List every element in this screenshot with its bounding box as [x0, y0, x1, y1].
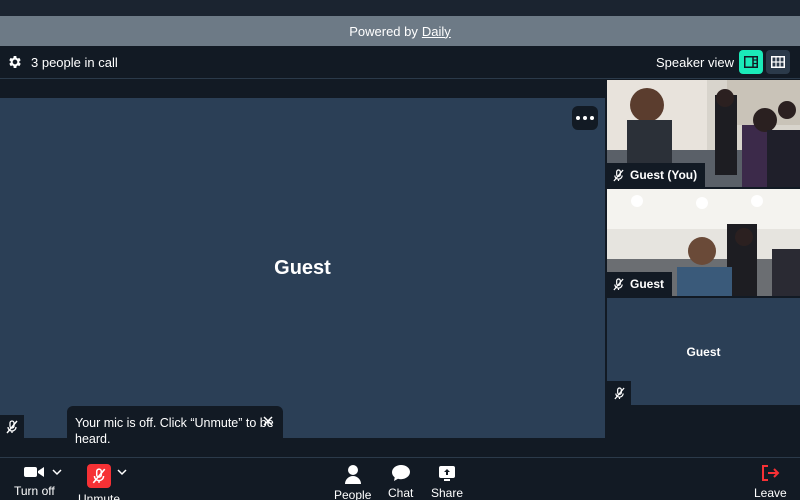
people-button[interactable]: People: [334, 464, 371, 500]
leave-label: Leave: [754, 486, 787, 500]
mic-muted-icon: [613, 168, 624, 181]
leave-icon: [762, 465, 780, 481]
more-options-button[interactable]: [572, 106, 598, 130]
speaker-stage: Guest: [0, 98, 605, 438]
powered-by-text: Powered by: [349, 23, 418, 39]
speaker-view-button[interactable]: [739, 50, 763, 74]
people-label: People: [334, 488, 372, 500]
mic-muted-icon: [87, 464, 112, 488]
participant-tile[interactable]: Guest: [607, 189, 800, 296]
speaker-name: Guest: [274, 256, 331, 279]
chevron-down-icon[interactable]: [117, 468, 127, 476]
share-label: Share: [431, 486, 464, 500]
top-strip: [0, 0, 800, 16]
close-icon[interactable]: [262, 415, 274, 427]
share-button[interactable]: Share: [431, 464, 463, 500]
camera-label: Turn off: [14, 484, 55, 498]
participant-tile[interactable]: Guest (You): [607, 80, 800, 187]
unmute-button[interactable]: Unmute: [78, 464, 120, 500]
camera-icon: [24, 467, 45, 477]
view-mode-label: Speaker view: [655, 55, 734, 70]
people-count: 3 people in call: [31, 55, 118, 70]
participant-label: Guest (You): [607, 163, 706, 187]
grid-view-icon: [771, 56, 785, 68]
unmute-label: Unmute: [78, 492, 121, 500]
mic-off-toast: Your mic is off. Click “Unmute” to be he…: [67, 406, 283, 452]
camera-button[interactable]: Turn off: [14, 464, 55, 498]
participant-name: Guest: [630, 277, 665, 291]
leave-button[interactable]: Leave: [754, 464, 787, 500]
daily-link[interactable]: Daily: [422, 24, 451, 39]
chat-icon: [391, 465, 410, 481]
participant-name: Guest: [686, 344, 721, 359]
chat-label: Chat: [388, 486, 414, 500]
call-controls: Turn off Unmute People Chat Share Leave: [0, 457, 800, 500]
share-screen-icon: [439, 466, 456, 481]
chevron-down-icon[interactable]: [52, 468, 62, 476]
chat-button[interactable]: Chat: [388, 464, 413, 500]
powered-by-banner: Powered by Daily: [0, 16, 800, 46]
call-info-bar: 3 people in call Speaker view: [0, 46, 800, 79]
gear-icon[interactable]: [7, 54, 23, 70]
mic-muted-icon: [613, 277, 624, 290]
participant-name: Guest (You): [630, 168, 698, 182]
speaker-view-icon: [744, 56, 758, 68]
grid-view-button[interactable]: [766, 50, 790, 74]
toast-message: Your mic is off. Click “Unmute” to be he…: [75, 416, 274, 446]
participant-label: Guest: [607, 272, 673, 296]
mic-muted-icon: [607, 381, 631, 405]
participant-tile[interactable]: Guest: [607, 298, 800, 405]
person-icon: [344, 465, 361, 484]
stage-mic-muted-icon: [0, 415, 24, 438]
